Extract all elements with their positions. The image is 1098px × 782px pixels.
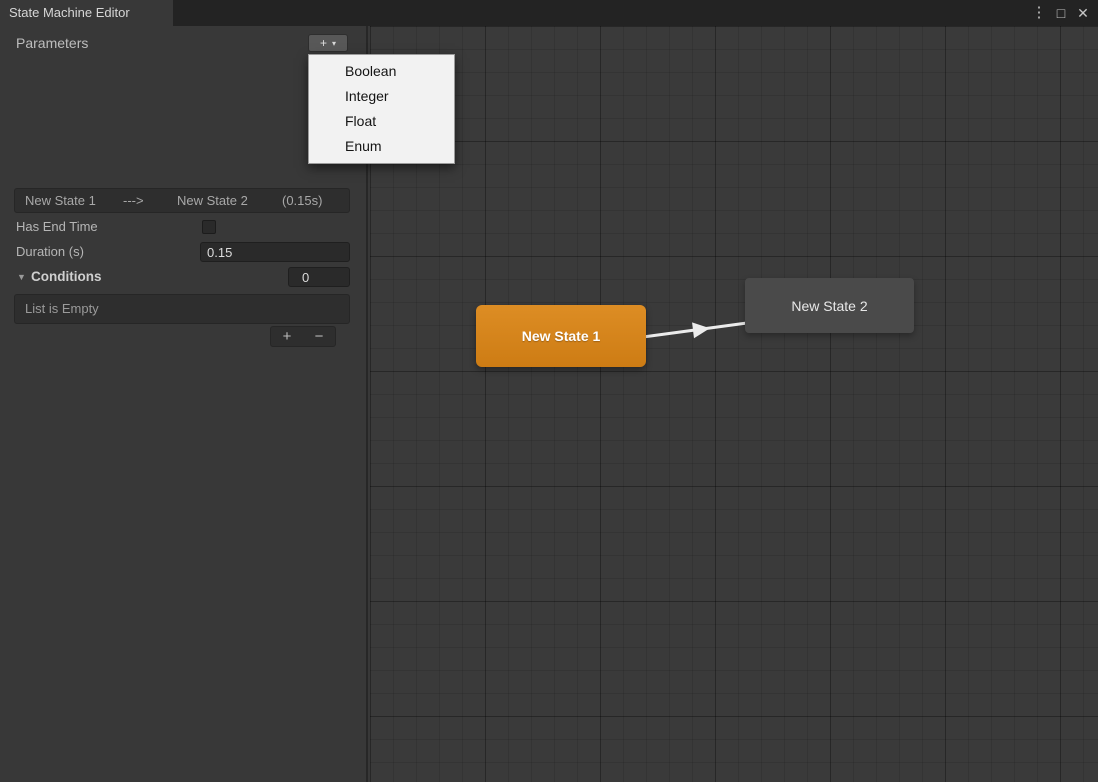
menu-item-float[interactable]: Float (309, 109, 454, 134)
parameters-label: Parameters (16, 35, 89, 51)
duration-input[interactable] (200, 242, 350, 262)
transition-duration-label: (0.15s) (282, 193, 323, 208)
transition-arrow-label: ---> (123, 193, 144, 208)
window-controls: ⋮ □ ✕ (1028, 0, 1094, 26)
graph-canvas[interactable]: New State 1 New State 2 (370, 26, 1098, 782)
conditions-list-footer: + − (270, 326, 336, 347)
conditions-count-input[interactable] (288, 267, 350, 287)
transition-edge-layer (641, 320, 749, 339)
transition-from-label: New State 1 (25, 193, 96, 208)
add-condition-button[interactable]: + (271, 327, 303, 346)
title-bar: State Machine Editor ⋮ □ ✕ (0, 0, 1098, 26)
chevron-down-icon: ▾ (332, 38, 337, 48)
has-end-time-label: Has End Time (16, 219, 98, 234)
menu-item-integer[interactable]: Integer (309, 84, 454, 109)
duration-field-label: Duration (s) (16, 244, 84, 259)
plus-icon: + (319, 36, 327, 50)
remove-condition-button[interactable]: − (303, 327, 335, 346)
state-node-new-state-2[interactable]: New State 2 (745, 278, 914, 333)
transition-to-label: New State 2 (177, 193, 248, 208)
conditions-empty-list: List is Empty (14, 294, 350, 324)
close-icon[interactable]: ✕ (1072, 0, 1094, 26)
menu-item-boolean[interactable]: Boolean (309, 59, 454, 84)
transition-header[interactable]: New State 1 ---> New State 2 (0.15s) (14, 188, 350, 213)
transition-arrowhead-icon[interactable] (692, 320, 711, 339)
has-end-time-checkbox[interactable] (202, 220, 216, 234)
tab-state-machine-editor[interactable]: State Machine Editor (0, 0, 173, 26)
add-parameter-button[interactable]: + ▾ (308, 34, 348, 52)
maximize-icon[interactable]: □ (1050, 0, 1072, 26)
inspector-panel: Parameters + ▾ Boolean Integer Float Enu… (0, 26, 455, 782)
parameter-type-dropdown: Boolean Integer Float Enum (308, 54, 455, 164)
foldout-triangle-icon[interactable]: ▼ (17, 272, 26, 282)
conditions-foldout-label[interactable]: Conditions (31, 267, 102, 287)
window-menu-icon[interactable]: ⋮ (1028, 0, 1050, 26)
state-node-new-state-1[interactable]: New State 1 (476, 305, 646, 367)
menu-item-enum[interactable]: Enum (309, 134, 454, 159)
